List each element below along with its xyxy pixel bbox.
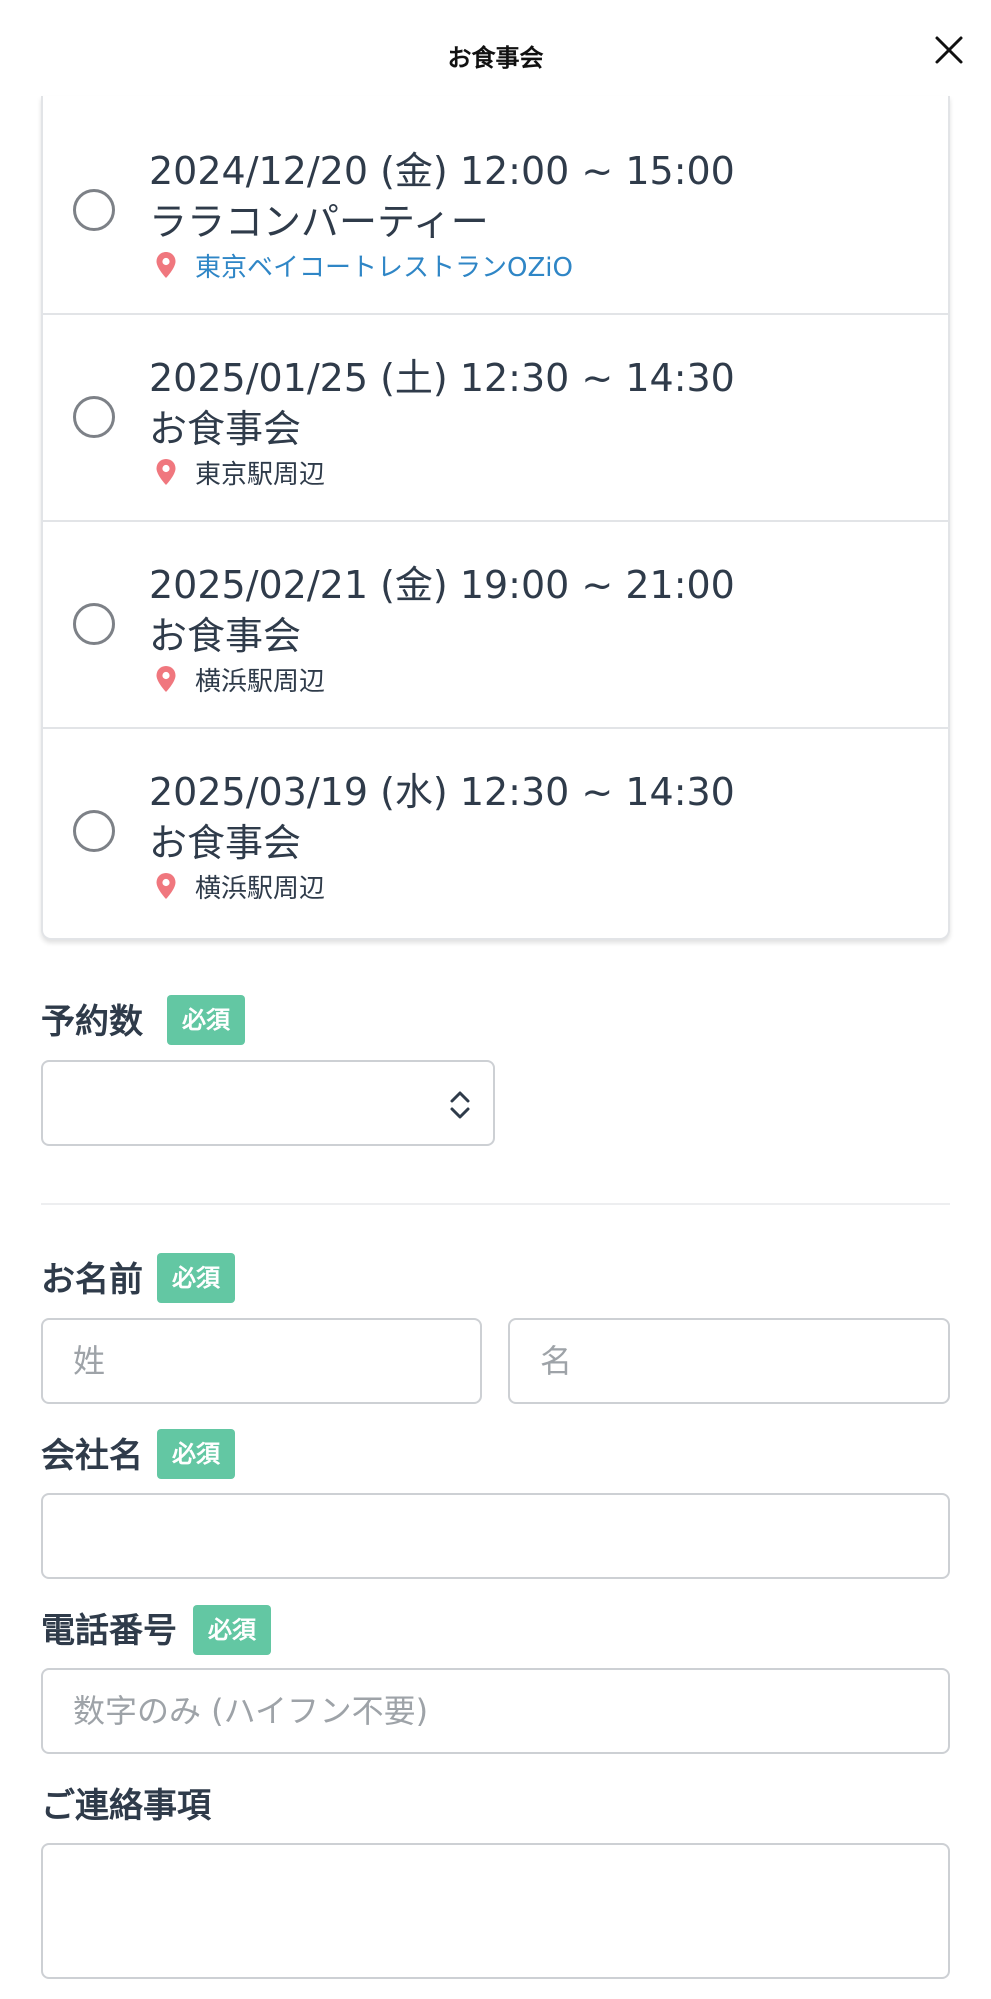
phone-label: 電話番号 (41, 1611, 177, 1651)
last-name-input[interactable] (41, 1318, 482, 1404)
event-radio[interactable] (73, 603, 115, 645)
modal-title: お食事会 (447, 44, 544, 72)
reservation-count-select[interactable] (41, 1060, 495, 1146)
event-date: 2025/03/19 (水) 12:30 ~ 14:30 (149, 770, 735, 814)
event-list: 2024/12/20 (金) 12:00 ~ 15:00 ララコンパーティー 東… (41, 96, 950, 940)
event-date: 2024/12/20 (金) 12:00 ~ 15:00 (149, 149, 735, 193)
event-location: 東京駅周辺 (149, 455, 326, 490)
event-location: 東京ベイコートレストランOZiO (149, 247, 573, 284)
required-badge: 必須 (193, 1605, 271, 1655)
required-badge: 必須 (157, 1429, 235, 1479)
reservation-count-label: 予約数 (41, 1002, 143, 1042)
event-radio[interactable] (73, 810, 115, 852)
map-pin-icon (156, 666, 176, 692)
name-label: お名前 (41, 1260, 143, 1300)
map-pin-icon (156, 459, 176, 485)
section-divider (41, 1203, 950, 1205)
close-button[interactable] (927, 30, 967, 70)
event-location-text: 横浜駅周辺 (195, 666, 326, 697)
required-badge: 必須 (157, 1253, 235, 1303)
notes-textarea[interactable] (41, 1843, 950, 1979)
first-name-input[interactable] (508, 1318, 950, 1404)
select-updown-icon (450, 1091, 470, 1119)
event-location-text: 横浜駅周辺 (195, 873, 326, 904)
event-date: 2025/02/21 (金) 19:00 ~ 21:00 (149, 563, 735, 607)
event-location-link[interactable]: 東京ベイコートレストランOZiO (195, 247, 573, 284)
event-location: 横浜駅周辺 (149, 662, 326, 697)
event-option[interactable]: 2025/01/25 (土) 12:30 ~ 14:30 お食事会 東京駅周辺 (43, 315, 948, 522)
company-label: 会社名 (41, 1436, 143, 1476)
notes-label: ご連絡事項 (41, 1786, 211, 1826)
map-pin-icon (156, 873, 176, 899)
company-input[interactable] (41, 1493, 950, 1579)
event-option[interactable]: 2025/03/19 (水) 12:30 ~ 14:30 お食事会 横浜駅周辺 (43, 729, 948, 936)
required-badge: 必須 (167, 995, 245, 1045)
event-date: 2025/01/25 (土) 12:30 ~ 14:30 (149, 356, 735, 400)
reservation-page: お食事会 2024/12/20 (金) 12:00 ~ 15:00 ララコンパー… (0, 0, 991, 1999)
event-name: ララコンパーティー (149, 200, 489, 244)
close-icon (935, 36, 963, 64)
map-pin-icon (156, 252, 176, 278)
event-option[interactable]: 2024/12/20 (金) 12:00 ~ 15:00 ララコンパーティー 東… (43, 108, 948, 315)
event-location-text: 東京駅周辺 (195, 459, 326, 490)
event-radio[interactable] (73, 189, 115, 231)
modal-header: お食事会 (0, 0, 991, 108)
event-name: お食事会 (149, 614, 302, 658)
event-option[interactable]: 2025/02/21 (金) 19:00 ~ 21:00 お食事会 横浜駅周辺 (43, 522, 948, 729)
phone-input[interactable] (41, 1668, 950, 1754)
event-name: お食事会 (149, 407, 302, 451)
event-name: お食事会 (149, 821, 302, 865)
event-location: 横浜駅周辺 (149, 869, 326, 904)
event-radio[interactable] (73, 396, 115, 438)
